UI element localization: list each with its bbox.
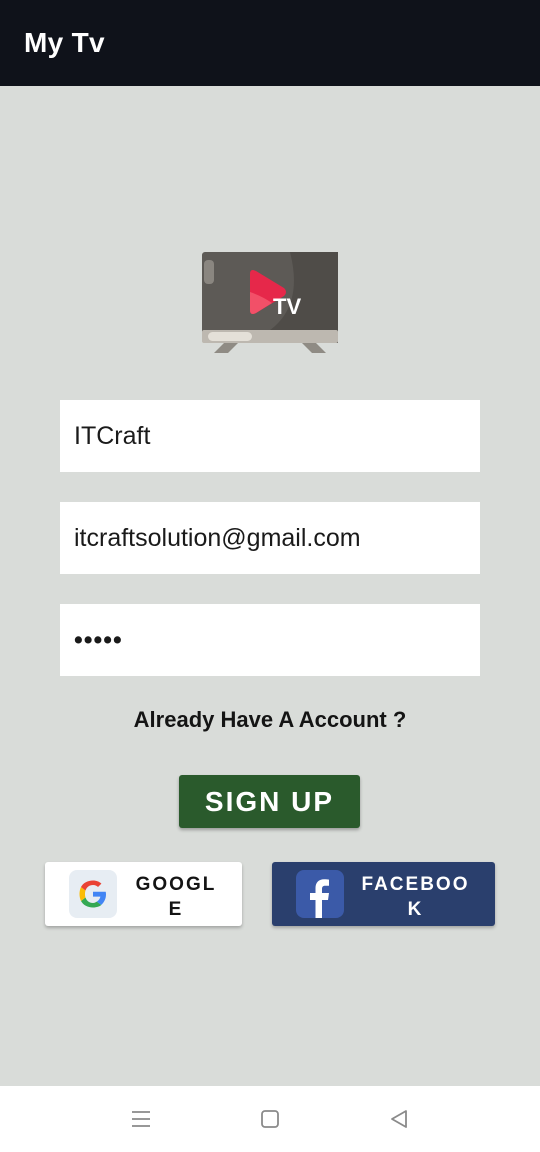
menu-icon[interactable]: [129, 1107, 153, 1131]
password-input[interactable]: •••••: [74, 627, 123, 653]
email-input[interactable]: [74, 523, 466, 553]
sign-up-button[interactable]: SIGN UP: [179, 775, 360, 828]
facebook-button[interactable]: FACEBOOK: [272, 862, 495, 926]
name-input[interactable]: [74, 421, 466, 451]
back-icon[interactable]: [387, 1107, 411, 1131]
google-button[interactable]: GOOGLE: [45, 862, 242, 926]
google-label: GOOGLE: [135, 874, 217, 920]
app-title: My Tv: [24, 27, 105, 58]
app-bar: My Tv: [0, 0, 540, 86]
tv-logo-icon: TV: [202, 252, 338, 353]
facebook-label: FACEBOOK: [361, 874, 470, 920]
facebook-icon: [296, 870, 344, 918]
tv-logo-text: TV: [273, 294, 301, 319]
already-have-account-link[interactable]: Already Have A Account ?: [0, 707, 540, 733]
name-field[interactable]: [60, 400, 480, 472]
home-icon[interactable]: [258, 1107, 282, 1131]
navigation-bar: [0, 1086, 540, 1152]
email-field[interactable]: [60, 502, 480, 574]
screen: My Tv TV ••••• Already Have A Account ? …: [0, 0, 540, 1152]
google-icon: [69, 870, 117, 918]
password-field[interactable]: •••••: [60, 604, 480, 676]
